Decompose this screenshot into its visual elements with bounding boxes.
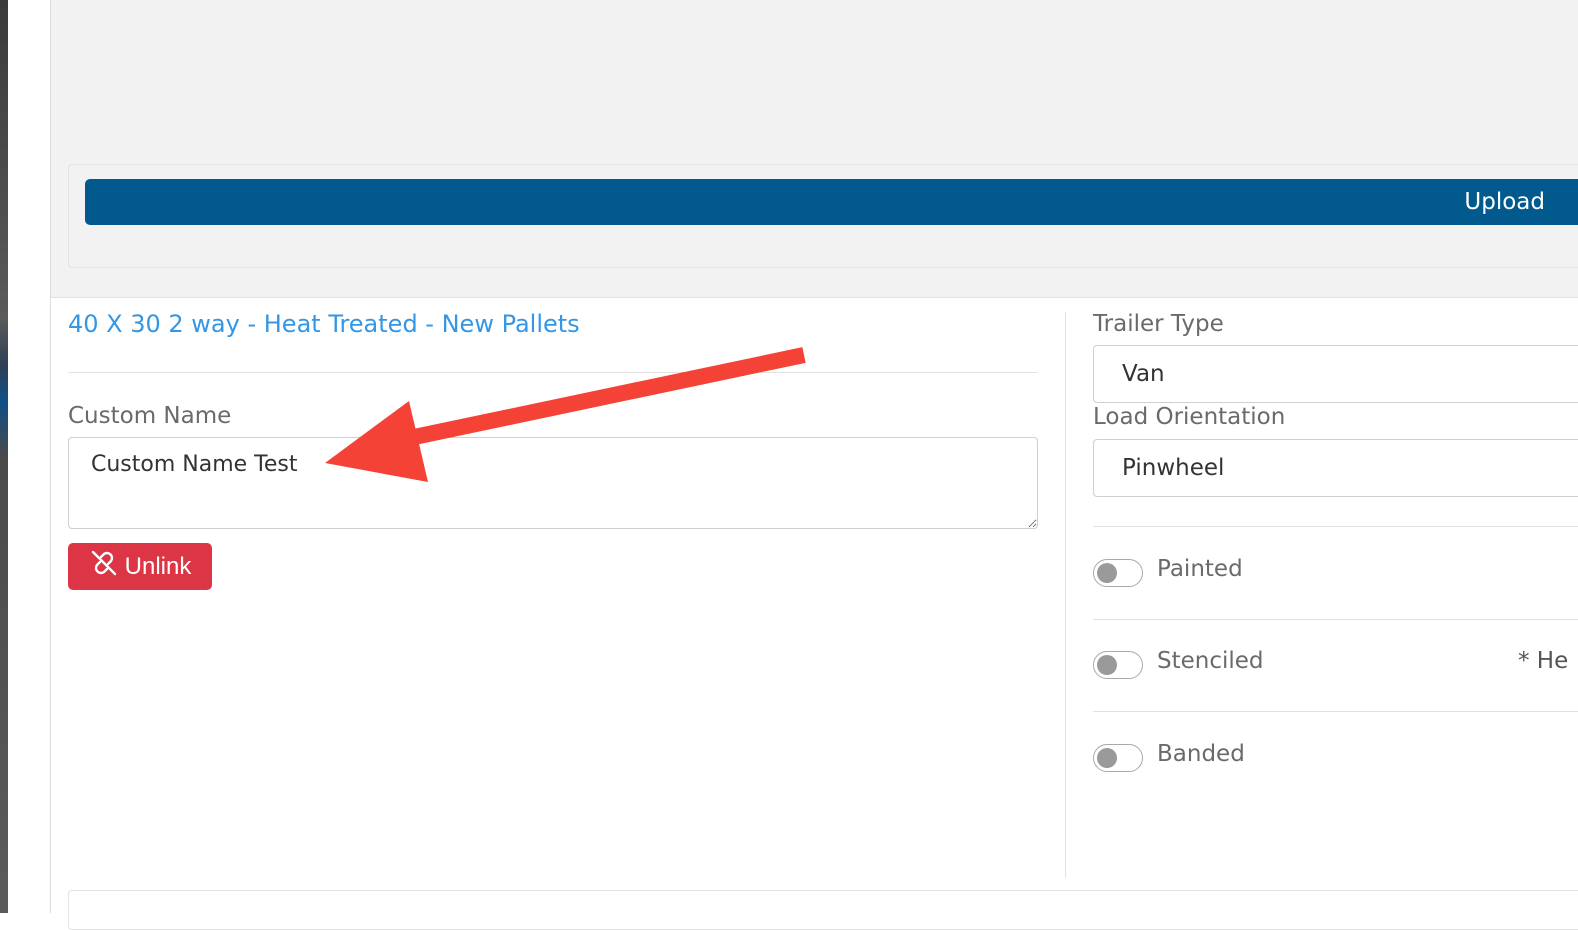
stenciled-label: Stenciled — [1157, 648, 1264, 674]
upload-section: Upload — [51, 0, 1578, 298]
note-text: * He — [1518, 648, 1569, 674]
divider — [1093, 619, 1578, 620]
bottom-panel — [68, 890, 1578, 930]
divider — [68, 372, 1038, 373]
divider — [1093, 711, 1578, 712]
background-window-edge — [0, 0, 8, 913]
load-orientation-select[interactable]: Pinwheel — [1093, 439, 1578, 497]
stenciled-toggle[interactable] — [1093, 651, 1143, 679]
toggle-knob — [1097, 748, 1117, 768]
custom-name-input[interactable] — [68, 437, 1038, 529]
unlink-button[interactable]: Unlink — [68, 543, 212, 590]
unlink-icon — [89, 548, 119, 585]
load-orientation-label: Load Orientation — [1093, 404, 1286, 430]
trailer-type-label: Trailer Type — [1093, 311, 1224, 337]
banded-label: Banded — [1157, 741, 1245, 767]
toggle-knob — [1097, 563, 1117, 583]
painted-toggle[interactable] — [1093, 559, 1143, 587]
upload-button[interactable]: Upload — [85, 179, 1578, 225]
upload-well: Upload — [68, 164, 1578, 268]
divider — [1093, 526, 1578, 527]
product-title-link[interactable]: 40 X 30 2 way - Heat Treated - New Palle… — [68, 310, 580, 338]
toggle-knob — [1097, 655, 1117, 675]
unlink-label: Unlink — [124, 552, 192, 580]
trailer-type-select[interactable]: Van — [1093, 345, 1578, 403]
sidebar-gutter — [8, 0, 51, 913]
painted-label: Painted — [1157, 556, 1243, 582]
column-divider — [1065, 312, 1066, 878]
custom-name-label: Custom Name — [68, 403, 232, 429]
banded-toggle[interactable] — [1093, 744, 1143, 772]
